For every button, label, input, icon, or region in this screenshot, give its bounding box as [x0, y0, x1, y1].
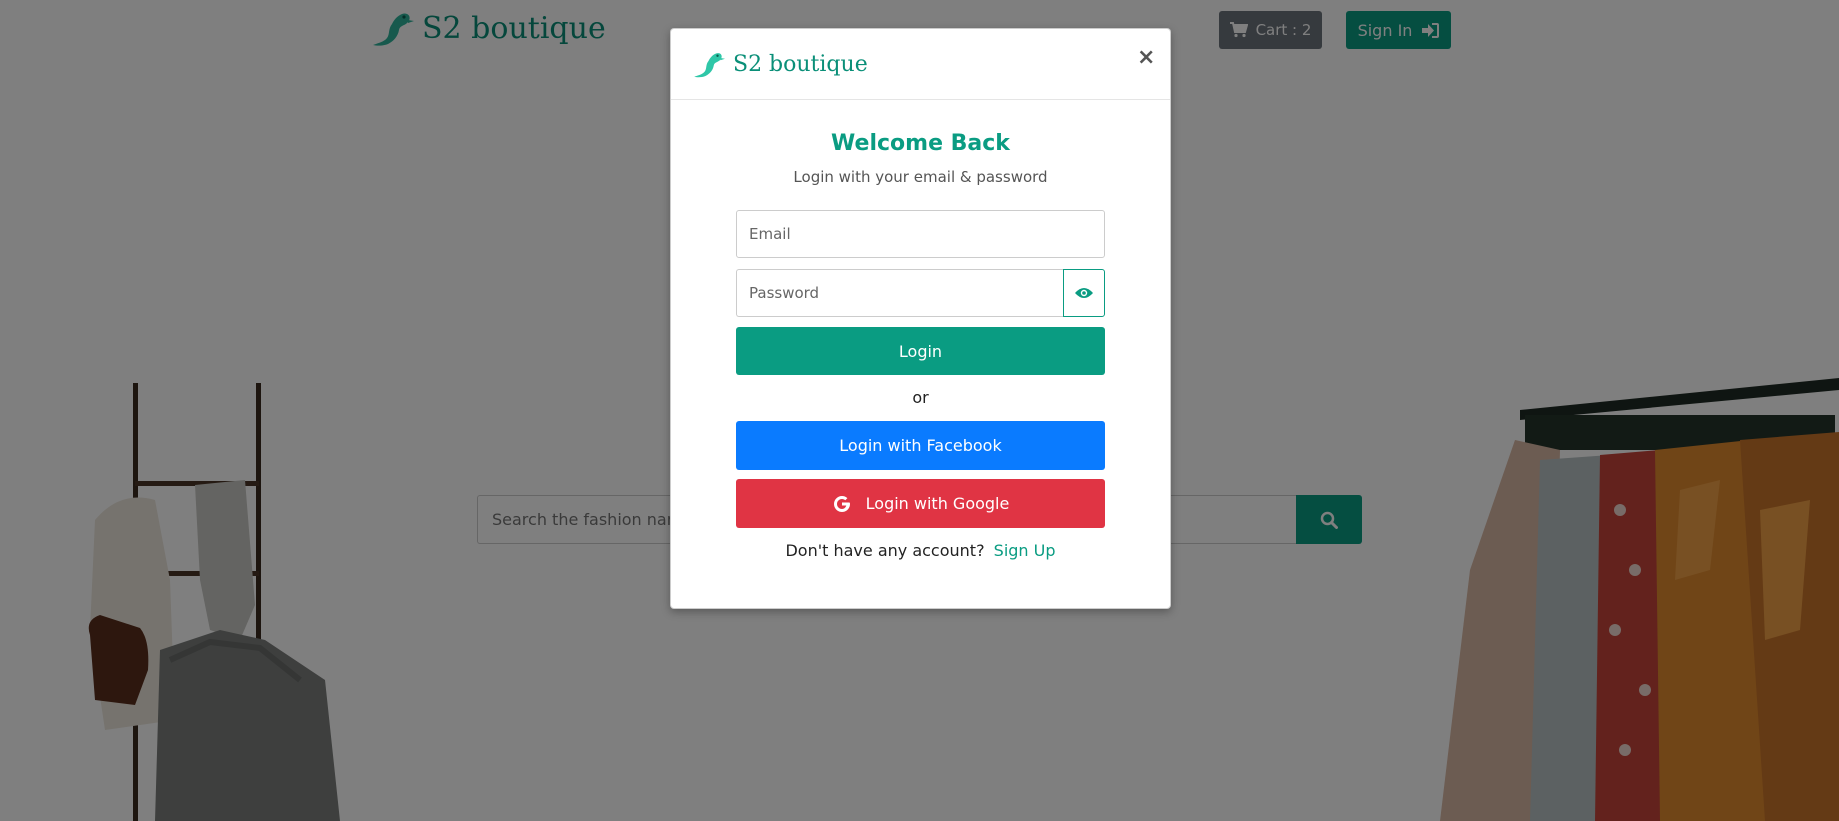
toggle-password-button[interactable] — [1063, 269, 1105, 317]
no-account-text: Don't have any account? — [785, 541, 985, 560]
sign-up-link[interactable]: Sign Up — [994, 541, 1056, 560]
login-button[interactable]: Login — [736, 327, 1105, 375]
google-login-label: Login with Google — [865, 494, 1010, 513]
password-group — [736, 269, 1105, 317]
modal-subtitle: Login with your email & password — [793, 168, 1048, 186]
modal-brand-logo: S2 boutique — [693, 49, 868, 79]
modal-title: Welcome Back — [831, 131, 1010, 156]
eye-icon — [1075, 288, 1093, 298]
facebook-login-button[interactable]: Login with Facebook — [736, 421, 1105, 470]
modal-header: S2 boutique × — [671, 29, 1170, 100]
seahorse-logo-icon — [694, 53, 725, 78]
close-icon[interactable]: × — [1137, 47, 1155, 69]
google-login-button[interactable]: Login with Google — [736, 479, 1105, 528]
login-modal: S2 boutique × Welcome Back Login with yo… — [670, 28, 1171, 609]
email-field[interactable] — [736, 210, 1105, 258]
google-icon — [833, 495, 850, 512]
signup-prompt: Don't have any account? Sign Up — [671, 541, 1170, 560]
modal-brand-name: S2 boutique — [733, 51, 868, 77]
password-field[interactable] — [736, 269, 1063, 317]
or-divider: or — [912, 388, 929, 407]
